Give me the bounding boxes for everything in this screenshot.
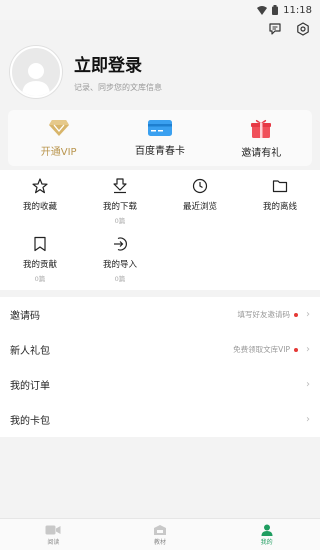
list-item-invite-code[interactable]: 邀请码 填写好友邀请码 › xyxy=(0,297,320,332)
status-bar: 11:18 xyxy=(0,0,320,20)
chevron-right-icon: › xyxy=(306,379,310,390)
list-item-orders[interactable]: 我的订单 › xyxy=(0,367,320,402)
chevron-right-icon: › xyxy=(306,309,310,320)
card-icon xyxy=(147,119,172,136)
profile-header[interactable]: 立即登录 记录、同步您的文库信息 xyxy=(10,42,310,102)
login-subtitle: 记录、同步您的文库信息 xyxy=(74,83,162,92)
avatar-silhouette-icon xyxy=(22,63,50,96)
grid-item-offline[interactable]: 我的离线 xyxy=(240,176,320,228)
grid-count: 0篇 xyxy=(34,275,46,283)
tab-read[interactable]: 阅读 xyxy=(0,519,107,550)
person-icon xyxy=(261,524,273,536)
promo-cards: 开通VIP 百度青春卡 邀请有礼 xyxy=(8,110,312,166)
grid-label: 最近浏览 xyxy=(182,202,217,212)
grid-item-imports[interactable]: 我的导入 0篇 xyxy=(80,234,160,286)
youth-card[interactable]: 百度青春卡 xyxy=(109,110,210,166)
grid-item-contributions[interactable]: 我的贡献 0篇 xyxy=(0,234,80,286)
tab-label: 阅读 xyxy=(47,538,60,546)
grid-count: 0篇 xyxy=(114,275,126,283)
grid-label: 我的贡献 xyxy=(22,260,57,270)
grid-item-favorites[interactable]: 我的收藏 xyxy=(0,176,80,228)
tab-label: 教材 xyxy=(154,538,167,546)
invite-card-label: 邀请有礼 xyxy=(241,147,282,159)
gift-icon xyxy=(251,119,272,138)
download-icon xyxy=(113,178,127,194)
top-actions xyxy=(266,20,312,38)
youth-card-label: 百度青春卡 xyxy=(134,145,185,157)
avatar[interactable] xyxy=(10,46,62,98)
message-button[interactable] xyxy=(266,20,284,38)
list-item-hint: 免费领取文库VIP xyxy=(233,345,290,354)
feature-grid: 我的收藏 我的下载 0篇 最近浏览 我的离线 我的贡献 0篇 我的导入 0篇 xyxy=(0,170,320,290)
wifi-icon xyxy=(257,5,268,15)
list-item-hint: 填写好友邀请码 xyxy=(237,310,291,319)
video-icon xyxy=(45,525,61,534)
settings-list: 邀请码 填写好友邀请码 › 新人礼包 免费领取文库VIP › 我的订单 › 我的… xyxy=(0,297,320,437)
status-time: 11:18 xyxy=(283,4,312,16)
grid-label: 我的离线 xyxy=(262,202,297,212)
list-item-label: 新人礼包 xyxy=(10,346,50,357)
grid-count: 0篇 xyxy=(114,217,126,225)
grid-label: 我的导入 xyxy=(102,260,137,270)
battery-icon xyxy=(272,5,279,15)
grid-label: 我的收藏 xyxy=(22,202,57,212)
chevron-right-icon: › xyxy=(306,414,310,425)
diamond-icon xyxy=(48,119,69,136)
grid-item-downloads[interactable]: 我的下载 0篇 xyxy=(80,176,160,228)
list-item-label: 我的卡包 xyxy=(10,416,50,427)
message-icon xyxy=(269,23,281,35)
list-item-newbie-gift[interactable]: 新人礼包 免费领取文库VIP › xyxy=(0,332,320,367)
clock-icon xyxy=(192,178,208,194)
list-item-wallet[interactable]: 我的卡包 › xyxy=(0,402,320,437)
vip-card-label: 开通VIP xyxy=(40,146,77,158)
textbook-icon xyxy=(154,524,166,535)
import-icon xyxy=(114,237,127,251)
grid-label: 我的下载 xyxy=(102,202,137,212)
tab-label: 我的 xyxy=(260,538,273,546)
settings-button[interactable] xyxy=(294,20,312,38)
login-title[interactable]: 立即登录 xyxy=(74,51,162,76)
invite-card[interactable]: 邀请有礼 xyxy=(211,110,312,166)
folder-icon xyxy=(272,180,288,193)
list-item-label: 邀请码 xyxy=(10,311,40,322)
bookmark-icon xyxy=(34,236,46,252)
tab-textbook[interactable]: 教材 xyxy=(107,519,214,550)
notification-dot xyxy=(294,347,298,352)
star-icon xyxy=(32,178,48,194)
chevron-right-icon: › xyxy=(306,344,310,355)
list-item-label: 我的订单 xyxy=(10,381,50,392)
vip-card[interactable]: 开通VIP xyxy=(8,110,109,166)
grid-item-recent[interactable]: 最近浏览 xyxy=(160,176,240,228)
gear-icon xyxy=(297,22,309,36)
bottom-tab-bar: 阅读 教材 我的 xyxy=(0,518,320,550)
tab-mine[interactable]: 我的 xyxy=(213,519,320,550)
notification-dot xyxy=(294,312,298,317)
